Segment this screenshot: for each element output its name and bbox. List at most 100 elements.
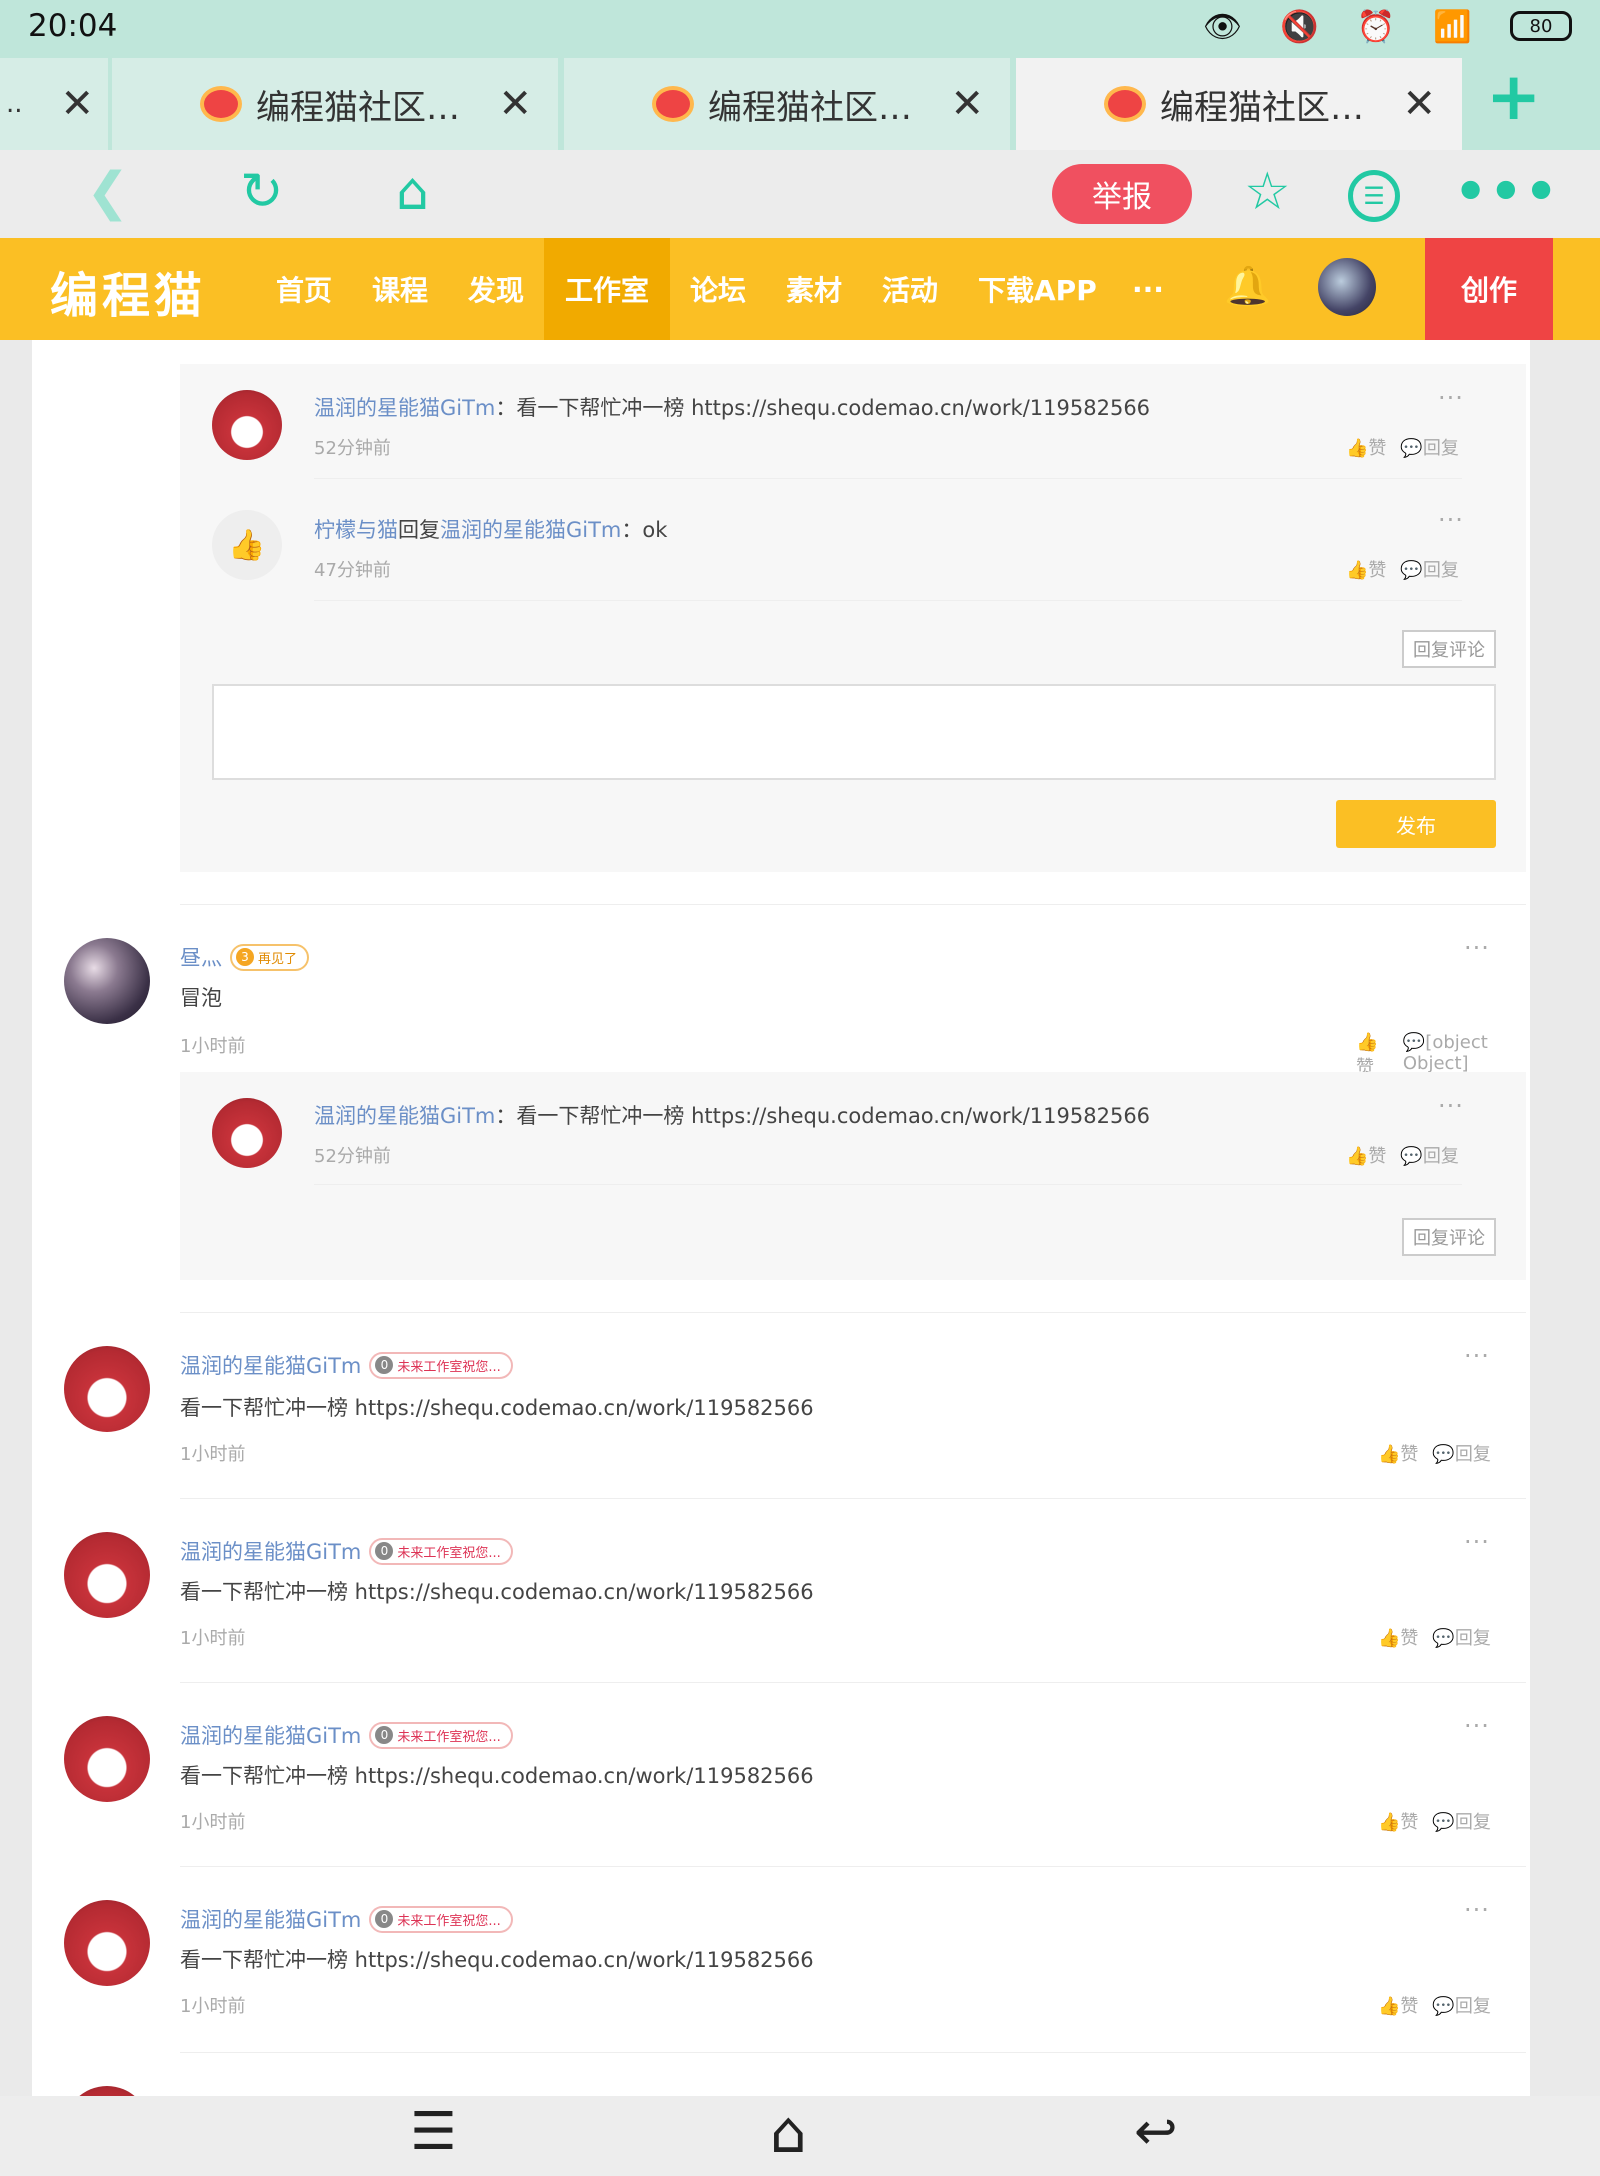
- home-icon[interactable]: ⌂: [770, 2098, 807, 2166]
- like-button[interactable]: 👍赞: [1378, 1992, 1418, 2018]
- more-options-icon[interactable]: ···: [1438, 384, 1464, 412]
- comment-header: 温润的星能猫GiTm 0 未来工作室祝您...: [180, 1536, 513, 1566]
- avatar[interactable]: [64, 1346, 150, 1432]
- nav-item-activity[interactable]: 活动: [882, 238, 938, 340]
- like-button[interactable]: 👍赞: [1378, 1624, 1418, 1650]
- reply-actions: 👍赞 💬回复: [1346, 556, 1459, 582]
- status-bar: 20:04 👁 🔇 ⏰ 📶 80: [0, 0, 1600, 52]
- divider: [180, 904, 1526, 905]
- more-options-icon[interactable]: ···: [1464, 1528, 1490, 1556]
- reply-button[interactable]: 💬回复: [1400, 556, 1458, 582]
- nav-more[interactable]: ···: [1132, 238, 1164, 340]
- reply-target-link[interactable]: 温润的星能猫GiTm: [440, 518, 621, 542]
- close-icon[interactable]: ✕: [1402, 81, 1436, 127]
- avatar[interactable]: [64, 1532, 150, 1618]
- comment-icon: 💬: [1432, 1812, 1455, 1833]
- username-link[interactable]: 温润的星能猫GiTm: [314, 1104, 495, 1128]
- like-button[interactable]: 👍赞: [1346, 556, 1386, 582]
- level-number: 0: [375, 1726, 394, 1744]
- badge-text: 未来工作室祝您...: [397, 1359, 501, 1375]
- close-icon[interactable]: ✕: [61, 81, 95, 127]
- publish-button[interactable]: 发布: [1336, 800, 1496, 848]
- nav-item-home[interactable]: 首页: [276, 238, 332, 340]
- avatar[interactable]: [64, 2086, 150, 2096]
- username-link[interactable]: 温润的星能猫GiTm: [314, 396, 495, 420]
- reply-button[interactable]: 💬回复: [1432, 1440, 1490, 1466]
- username-link[interactable]: 昼灬: [180, 942, 222, 972]
- comment-text: 看一下帮忙冲一榜 https://shequ.codemao.cn/work/1…: [180, 1764, 814, 1788]
- username-link[interactable]: 柠檬与猫: [314, 518, 398, 542]
- comment-header: 温润的星能猫GiTm 0 未来工作室祝您...: [180, 1350, 513, 1380]
- comment-icon: 💬: [1400, 1146, 1423, 1167]
- nav-item-course[interactable]: 课程: [372, 238, 428, 340]
- tab-label: 编程猫社区…: [708, 87, 912, 128]
- tab-3-active[interactable]: 编程猫社区… ✕: [1016, 58, 1462, 150]
- like-button[interactable]: 👍赞: [1346, 1142, 1386, 1168]
- tab-label: 编程猫社区…: [1160, 87, 1364, 128]
- reply-button[interactable]: 💬回复: [1400, 434, 1458, 460]
- nav-item-forum[interactable]: 论坛: [690, 238, 746, 340]
- like-button[interactable]: 👍赞: [1346, 434, 1386, 460]
- avatar[interactable]: [212, 390, 282, 460]
- report-button[interactable]: 举报: [1052, 164, 1192, 224]
- avatar[interactable]: [64, 938, 150, 1024]
- comment-time: 1小时前: [180, 1628, 246, 1649]
- star-icon[interactable]: ☆: [1244, 162, 1291, 222]
- username-link[interactable]: 温润的星能猫GiTm: [180, 1904, 361, 1934]
- nav-item-download-app[interactable]: 下载APP: [978, 238, 1097, 340]
- more-options-icon[interactable]: ···: [1438, 506, 1464, 534]
- comment-header: 昼灬 3 再见了: [180, 942, 310, 972]
- comment-icon: 💬: [1432, 1996, 1455, 2017]
- back-icon[interactable]: ↩: [1134, 2102, 1178, 2162]
- avatar[interactable]: [64, 1716, 150, 1802]
- thumb-icon: 👍: [1378, 1444, 1401, 1465]
- comment-text: 看一下帮忙冲一榜 https://shequ.codemao.cn/work/1…: [180, 1948, 814, 1972]
- site-logo[interactable]: 编程猫: [50, 256, 206, 326]
- create-button[interactable]: 创作: [1425, 238, 1553, 340]
- thumbs-up-icon: 👍: [228, 527, 266, 563]
- reply-button[interactable]: 💬回复: [1432, 1624, 1490, 1650]
- like-button[interactable]: 👍赞: [1378, 1808, 1418, 1834]
- new-tab-button[interactable]: +: [1486, 58, 1541, 135]
- more-options-icon[interactable]: ···: [1438, 1092, 1464, 1120]
- reload-icon[interactable]: ↻: [240, 162, 284, 222]
- reply-content: 温润的星能猫GiTm：看一下帮忙冲一榜 https://shequ.codema…: [314, 392, 1150, 422]
- more-options-icon[interactable]: ···: [1464, 1342, 1490, 1370]
- more-options-icon[interactable]: ···: [1464, 1896, 1490, 1924]
- reply-text: ：ok: [621, 518, 668, 542]
- username-link[interactable]: 温润的星能猫GiTm: [180, 1350, 361, 1380]
- more-options-icon[interactable]: ···: [1464, 1712, 1490, 1740]
- reply-button[interactable]: 💬回复: [1400, 1142, 1458, 1168]
- reply-button[interactable]: 💬回复: [1432, 1992, 1490, 2018]
- username-link[interactable]: 温润的星能猫GiTm: [180, 1536, 361, 1566]
- menu-icon[interactable]: ☰: [410, 2102, 457, 2162]
- nav-item-material[interactable]: 素材: [786, 238, 842, 340]
- reply-comment-button[interactable]: 回复评论: [1402, 1218, 1496, 1256]
- system-nav-bar: ☰ ⌂ ↩: [0, 2096, 1600, 2176]
- avatar[interactable]: 👍: [212, 510, 282, 580]
- reply-input[interactable]: [212, 684, 1496, 780]
- studio-badge: 0 未来工作室祝您...: [369, 1721, 513, 1749]
- more-icon[interactable]: •••: [1454, 162, 1560, 222]
- more-options-icon[interactable]: ···: [1464, 934, 1490, 962]
- nav-item-studio[interactable]: 工作室: [544, 238, 670, 340]
- tab-2[interactable]: 编程猫社区… ✕: [564, 58, 1010, 150]
- avatar[interactable]: [212, 1098, 282, 1168]
- close-icon[interactable]: ✕: [498, 81, 532, 127]
- comment-header: 温润的星能猫GiTm 0 未来工作室祝您...: [180, 1904, 513, 1934]
- back-icon[interactable]: ❮: [86, 162, 130, 222]
- close-icon[interactable]: ✕: [950, 81, 984, 127]
- like-button[interactable]: 👍赞: [1378, 1440, 1418, 1466]
- tab-partial[interactable]: .. ✕: [0, 58, 108, 150]
- comment-icon[interactable]: ☰: [1348, 170, 1400, 222]
- username-link[interactable]: 温润的星能猫GiTm: [180, 1720, 361, 1750]
- home-icon[interactable]: ⌂: [396, 162, 429, 222]
- reply-button[interactable]: 💬回复: [1432, 1808, 1490, 1834]
- reply-actions: 👍赞 💬回复: [1346, 1142, 1459, 1168]
- reply-comment-button[interactable]: 回复评论: [1402, 630, 1496, 668]
- avatar[interactable]: [64, 1900, 150, 1986]
- tab-1[interactable]: 编程猫社区… ✕: [112, 58, 558, 150]
- bell-icon[interactable]: 🔔: [1224, 264, 1271, 309]
- nav-item-discover[interactable]: 发现: [468, 238, 524, 340]
- user-avatar[interactable]: [1318, 258, 1376, 316]
